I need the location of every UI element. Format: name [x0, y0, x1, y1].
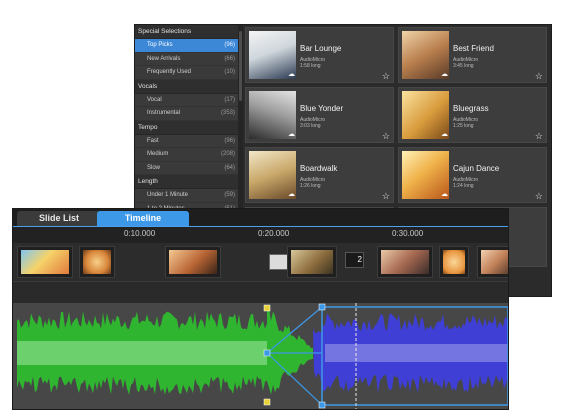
- section-heading: Tempo: [135, 120, 238, 135]
- tab-timeline[interactable]: Timeline: [97, 211, 189, 226]
- slide-thumbnail[interactable]: [165, 246, 221, 278]
- track-length: 1:26 long: [300, 183, 321, 189]
- audio-waveform[interactable]: [13, 303, 509, 410]
- cloud-icon: ☁: [441, 191, 448, 198]
- track-length: 1:25 long: [453, 123, 474, 129]
- track-card[interactable]: ☁ Bluegrass AudioMicro 1:25 long ☆: [398, 87, 547, 143]
- cloud-icon: ☁: [441, 71, 448, 78]
- fade-handle[interactable]: [263, 304, 271, 312]
- track-card[interactable]: ☁ Cajun Dance AudioMicro 1:24 long ☆: [398, 147, 547, 203]
- section-tempo: Tempo Fast (96) Medium (208) Slow (64): [135, 120, 238, 175]
- section-heading: Length: [135, 175, 238, 189]
- slide-thumbnail[interactable]: [439, 246, 469, 278]
- track-card[interactable]: ☁ Bar Lounge AudioMicro 1:58 long ☆: [245, 27, 394, 83]
- caption-track[interactable]: [13, 281, 508, 304]
- track-title: Bluegrass: [453, 104, 489, 113]
- favorite-star-icon[interactable]: ☆: [535, 191, 543, 201]
- sidebar-item-fast[interactable]: Fast (96): [135, 135, 238, 148]
- slide-thumbnail[interactable]: [477, 246, 508, 278]
- waveform-highlight: [17, 341, 267, 365]
- time-ruler[interactable]: 0:10.000 0:20.000 0:30.000: [13, 226, 508, 244]
- cloud-icon: ☁: [288, 191, 295, 198]
- audio-track[interactable]: [13, 303, 509, 410]
- sidebar-item-medium[interactable]: Medium (208): [135, 148, 238, 162]
- sidebar-item-under-1-minute[interactable]: Under 1 Minute (59): [135, 189, 238, 203]
- track-length: 1:24 long: [453, 183, 474, 189]
- sidebar-item-vocal[interactable]: Vocal (17): [135, 94, 238, 107]
- sidebar-item-frequently-used[interactable]: Frequently Used (10): [135, 66, 238, 80]
- transition-icon[interactable]: [269, 254, 288, 270]
- waveform-highlight: [325, 344, 508, 362]
- ruler-tick-label: 0:10.000: [124, 229, 156, 238]
- cloud-icon: ☁: [288, 131, 295, 138]
- favorite-star-icon[interactable]: ☆: [535, 71, 543, 81]
- sidebar-item-slow[interactable]: Slow (64): [135, 162, 238, 175]
- scrollbar-thumb[interactable]: [239, 31, 242, 101]
- track-title: Best Friend: [453, 44, 494, 53]
- slide-thumbnail[interactable]: [377, 246, 433, 278]
- fade-handle[interactable]: [318, 401, 326, 409]
- track-title: Bar Lounge: [300, 44, 342, 53]
- slide-track: 2: [13, 243, 508, 281]
- favorite-star-icon[interactable]: ☆: [382, 131, 390, 141]
- sidebar-item-new-arrivals[interactable]: New Arrivals (66): [135, 53, 238, 66]
- track-card[interactable]: ☁ Best Friend AudioMicro 3:45 long ☆: [398, 27, 547, 83]
- track-length: 1:58 long: [300, 63, 321, 69]
- track-length: 3:45 long: [453, 63, 474, 69]
- track-title: Blue Yonder: [300, 104, 344, 113]
- sidebar-item-top-picks[interactable]: Top Picks (96): [135, 39, 238, 53]
- fade-handle[interactable]: [318, 303, 326, 311]
- slide-thumbnail[interactable]: [17, 246, 73, 278]
- track-title: Cajun Dance: [453, 164, 500, 173]
- section-vocals: Vocals Vocal (17) Instrumental (353): [135, 79, 238, 121]
- tab-slide-list[interactable]: Slide List: [17, 211, 101, 226]
- slide-thumbnail[interactable]: [287, 246, 337, 278]
- section-heading: Vocals: [135, 79, 238, 94]
- track-card[interactable]: ☁ Blue Yonder AudioMicro 3:03 long ☆: [245, 87, 394, 143]
- favorite-star-icon[interactable]: ☆: [382, 71, 390, 81]
- favorite-star-icon[interactable]: ☆: [382, 191, 390, 201]
- cloud-icon: ☁: [288, 71, 295, 78]
- ruler-tick-label: 0:30.000: [392, 229, 424, 238]
- section-special: Special Selections Top Picks (96) New Arr…: [135, 25, 238, 80]
- section-heading: Special Selections: [135, 25, 238, 39]
- timeline-window: Slide List Timeline 0:10.000 0:20.000 0:…: [12, 208, 509, 410]
- ruler-tick-label: 0:20.000: [258, 229, 290, 238]
- favorite-star-icon[interactable]: ☆: [535, 131, 543, 141]
- tab-bar: Slide List Timeline: [13, 209, 508, 226]
- fade-handle[interactable]: [263, 398, 271, 406]
- transition-label: 2: [357, 255, 362, 264]
- cloud-icon: ☁: [441, 131, 448, 138]
- track-title: Boardwalk: [300, 164, 338, 173]
- fade-handle[interactable]: [263, 349, 271, 357]
- slide-thumbnail[interactable]: [79, 246, 115, 278]
- sidebar-item-instrumental[interactable]: Instrumental (353): [135, 107, 238, 121]
- track-length: 3:03 long: [300, 123, 321, 129]
- track-card[interactable]: ☁ Boardwalk AudioMicro 1:26 long ☆: [245, 147, 394, 203]
- transition-2-icon[interactable]: 2: [345, 252, 364, 268]
